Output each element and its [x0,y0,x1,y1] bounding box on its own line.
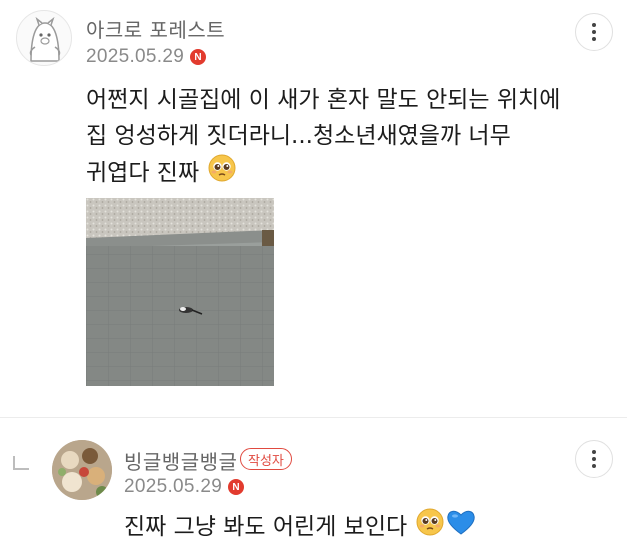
pleading-face-icon [416,508,444,547]
comment-date: 2025.05.29 [124,476,223,497]
comment-body: 진짜 그냥 봐도 어린게 보인다 [124,508,594,547]
comment-line: 집 엉성하게 짓더라니...청소년새였을까 너무 [86,123,511,149]
reply-arrow-icon [13,456,29,470]
comment-body: 어쩐지 시골집에 이 새가 혼자 말도 안되는 위치에 집 엉성하게 짓더라니.… [86,82,606,193]
comment-author[interactable]: 빙글뱅글뱅글 [124,446,237,475]
comment-line: 어쩐지 시골집에 이 새가 혼자 말도 안되는 위치에 [86,87,561,113]
blue-heart-icon [446,508,476,547]
more-options-button[interactable] [575,440,613,478]
more-options-button[interactable] [575,13,613,51]
more-dots-icon [592,450,596,454]
comment-line-with-emoji: 귀엽다 진짜 [86,154,606,193]
pleading-face-icon [208,154,236,193]
comment-date: 2025.05.29 [86,46,185,67]
comment-meta: 2025.05.29 N [86,46,207,68]
new-badge: N [190,49,207,65]
comment-divider [0,417,627,418]
avatar[interactable] [52,440,112,500]
new-badge: N [228,479,245,495]
author-badge: 작성자 [240,448,292,470]
comment-meta: 2025.05.29 N [124,476,245,498]
more-dots-icon [592,23,596,27]
attached-photo[interactable] [86,198,274,386]
comment-author[interactable]: 아크로 포레스트 [86,14,225,43]
avatar[interactable] [16,10,72,66]
